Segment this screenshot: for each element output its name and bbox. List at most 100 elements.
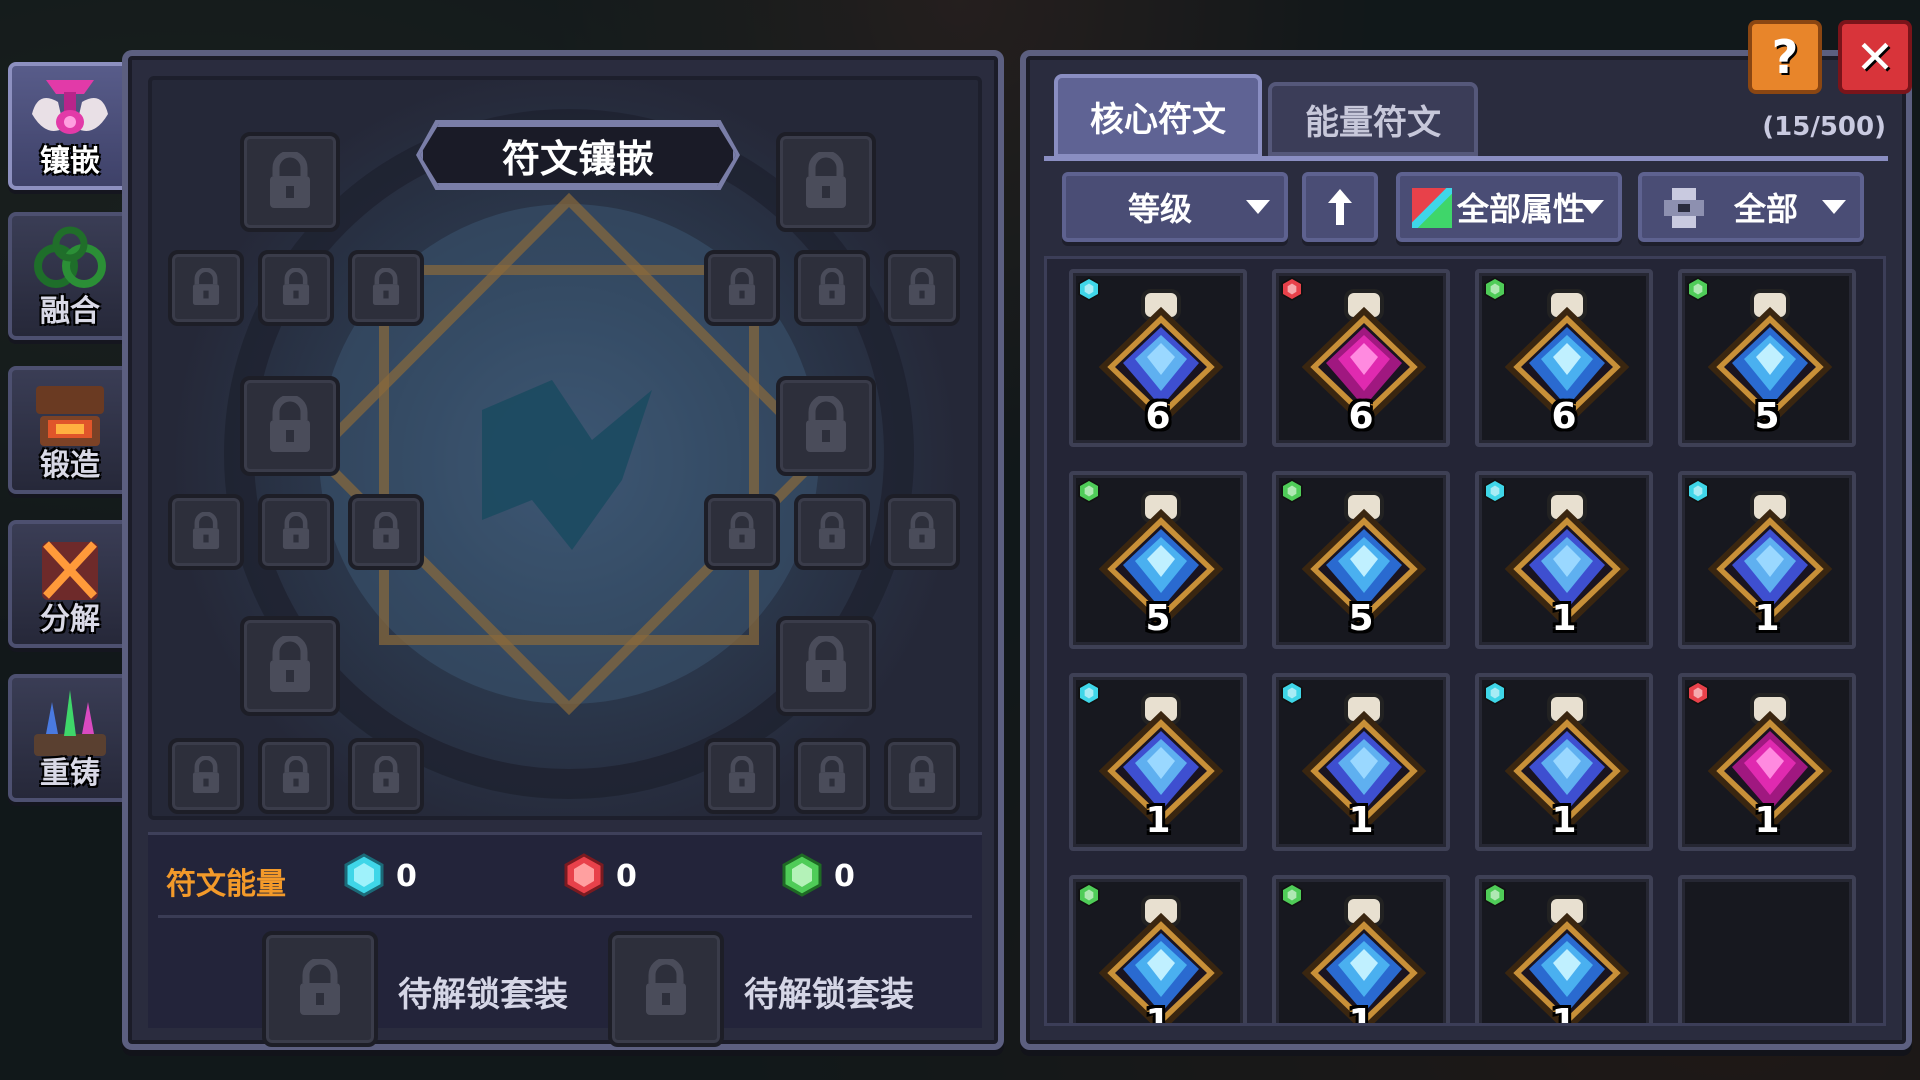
rune-item[interactable]: 6 — [1475, 269, 1653, 447]
rune-slot-locked[interactable] — [240, 376, 340, 476]
rune-item[interactable]: 5 — [1678, 269, 1856, 447]
rune-level: 6 — [1348, 396, 1374, 437]
rune-item[interactable]: 5 — [1069, 471, 1247, 649]
sort-dropdown[interactable]: 等级 — [1062, 172, 1288, 242]
lock-icon — [818, 756, 846, 793]
nav-forge[interactable]: 锻造 — [8, 366, 132, 494]
rune-slot-locked[interactable] — [704, 494, 780, 570]
rune-level: 6 — [1551, 396, 1577, 437]
rune-slot-locked[interactable] — [258, 738, 334, 814]
inventory-panel: 核心符文 能量符文 (15/500) 等级 全部属性 全部 6 6 6 5 5 5 1 1 1 1… — [1020, 50, 1912, 1050]
lock-icon — [728, 756, 756, 793]
rune-level: 1 — [1551, 598, 1577, 639]
lock-icon — [192, 268, 220, 305]
lock-icon — [728, 268, 756, 305]
lock-icon — [282, 512, 310, 549]
tab-core-runes[interactable]: 核心符文 — [1054, 74, 1262, 158]
rune-slot-locked[interactable] — [168, 250, 244, 326]
nav-label-forge: 锻造 — [40, 448, 100, 483]
rune-level: 5 — [1754, 396, 1780, 437]
arrow-up-icon — [1328, 189, 1352, 225]
rune-slot-locked[interactable] — [348, 738, 424, 814]
rune-slot-locked[interactable] — [884, 494, 960, 570]
rune-slot-locked[interactable] — [348, 494, 424, 570]
rune-slot-locked[interactable] — [240, 616, 340, 716]
lock-icon — [372, 512, 400, 549]
rune-item[interactable]: 6 — [1272, 269, 1450, 447]
set-slot-locked[interactable] — [262, 931, 378, 1047]
rune-slot-locked[interactable] — [168, 494, 244, 570]
rune-level: 5 — [1348, 598, 1374, 639]
lock-icon — [806, 152, 846, 208]
lock-icon — [908, 268, 936, 305]
rune-slot-locked[interactable] — [794, 494, 870, 570]
rune-item[interactable]: 1 — [1272, 673, 1450, 851]
rune-item[interactable]: 1 — [1475, 471, 1653, 649]
rune-slot-locked[interactable] — [776, 132, 876, 232]
nav-inlay[interactable]: 镶嵌 — [8, 62, 132, 190]
set-slot-locked[interactable] — [608, 931, 724, 1047]
chevron-down-icon — [1580, 200, 1604, 214]
rune-slot-locked[interactable] — [704, 250, 780, 326]
lock-icon — [282, 268, 310, 305]
attribute-label: 全部属性 — [1456, 190, 1585, 228]
rune-slot-locked[interactable] — [884, 250, 960, 326]
rune-slot-locked[interactable] — [884, 738, 960, 814]
rune-level: 1 — [1754, 598, 1780, 639]
rune-item[interactable]: 1 — [1272, 875, 1450, 1026]
cyan-gem-icon — [344, 853, 384, 897]
lock-icon — [818, 268, 846, 305]
rune-slot-locked[interactable] — [794, 738, 870, 814]
rune-grid: 6 6 6 5 5 5 1 1 1 1 1 1 1 1 1 — [1044, 256, 1886, 1026]
rune-slot-locked[interactable] — [168, 738, 244, 814]
rune-level: 1 — [1551, 1002, 1577, 1026]
nav-fusion[interactable]: 融合 — [8, 212, 132, 340]
rune-slot-empty[interactable] — [1678, 875, 1856, 1023]
rune-item[interactable]: 5 — [1272, 471, 1450, 649]
rune-item[interactable]: 1 — [1678, 471, 1856, 649]
rune-item[interactable]: 1 — [1069, 875, 1247, 1023]
rune-slot-locked[interactable] — [704, 738, 780, 814]
chevron-down-icon — [1246, 200, 1270, 214]
rune-slot-locked[interactable] — [240, 132, 340, 232]
sort-direction-button[interactable] — [1302, 172, 1378, 242]
type-dropdown[interactable]: 全部 — [1638, 172, 1864, 242]
rune-slot-locked[interactable] — [258, 250, 334, 326]
rune-item[interactable]: 1 — [1475, 673, 1653, 851]
lock-icon — [372, 756, 400, 793]
rune-slot-locked[interactable] — [776, 616, 876, 716]
rune-slot-locked[interactable] — [794, 250, 870, 326]
lock-icon — [646, 959, 686, 1015]
lock-icon — [818, 512, 846, 549]
rune-item[interactable]: 1 — [1475, 875, 1653, 1026]
attribute-dropdown[interactable]: 全部属性 — [1396, 172, 1622, 242]
lock-icon — [300, 959, 340, 1015]
lock-icon — [282, 756, 310, 793]
energy-bar: 符文能量 0 0 0 待解锁套装 待解锁套装 — [148, 832, 982, 1047]
nav-label-recast: 重铸 — [40, 756, 100, 791]
rune-item[interactable]: 6 — [1069, 269, 1247, 447]
rune-level: 1 — [1551, 800, 1577, 841]
tab-energy-runes[interactable]: 能量符文 — [1268, 82, 1478, 156]
rune-level: 5 — [1145, 598, 1171, 639]
nav-recast[interactable]: 重铸 — [8, 674, 132, 802]
rune-level: 1 — [1348, 800, 1374, 841]
close-icon: ✕ — [1855, 30, 1895, 84]
inlay-panel: 符文镶嵌 符文能量 0 0 0 待解锁套装 待解锁套装 — [122, 50, 1004, 1050]
rune-slot-locked[interactable] — [258, 494, 334, 570]
lock-icon — [270, 636, 310, 692]
help-button[interactable]: ? — [1748, 20, 1822, 94]
inventory-count: (15/500) — [1762, 112, 1886, 142]
rune-slot-locked[interactable] — [776, 376, 876, 476]
rune-item[interactable]: 1 — [1678, 673, 1856, 851]
nav-label-decompose: 分解 — [40, 602, 100, 637]
rune-item[interactable]: 1 — [1069, 673, 1247, 851]
close-button[interactable]: ✕ — [1838, 20, 1912, 94]
chevron-down-icon — [1822, 200, 1846, 214]
cyan-energy-value: 0 — [396, 859, 417, 894]
rune-level: 1 — [1348, 1002, 1374, 1026]
rune-slot-locked[interactable] — [348, 250, 424, 326]
rune-board: 符文镶嵌 — [148, 76, 982, 820]
nav-decompose[interactable]: 分解 — [8, 520, 132, 648]
help-icon: ? — [1771, 30, 1799, 84]
